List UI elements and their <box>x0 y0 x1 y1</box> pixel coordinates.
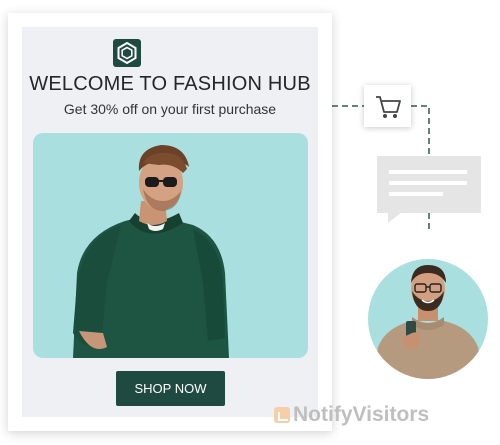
watermark-text: NotifyVisitors <box>293 403 430 426</box>
chat-bubble-icon <box>377 156 481 213</box>
customer-avatar <box>368 259 488 379</box>
shopping-cart-icon <box>376 96 401 118</box>
brand-watermark: NotifyVisitors <box>274 403 429 427</box>
cart-card <box>364 85 411 127</box>
chart-logo-icon <box>274 407 290 423</box>
chat-bubble-tail <box>388 212 402 223</box>
